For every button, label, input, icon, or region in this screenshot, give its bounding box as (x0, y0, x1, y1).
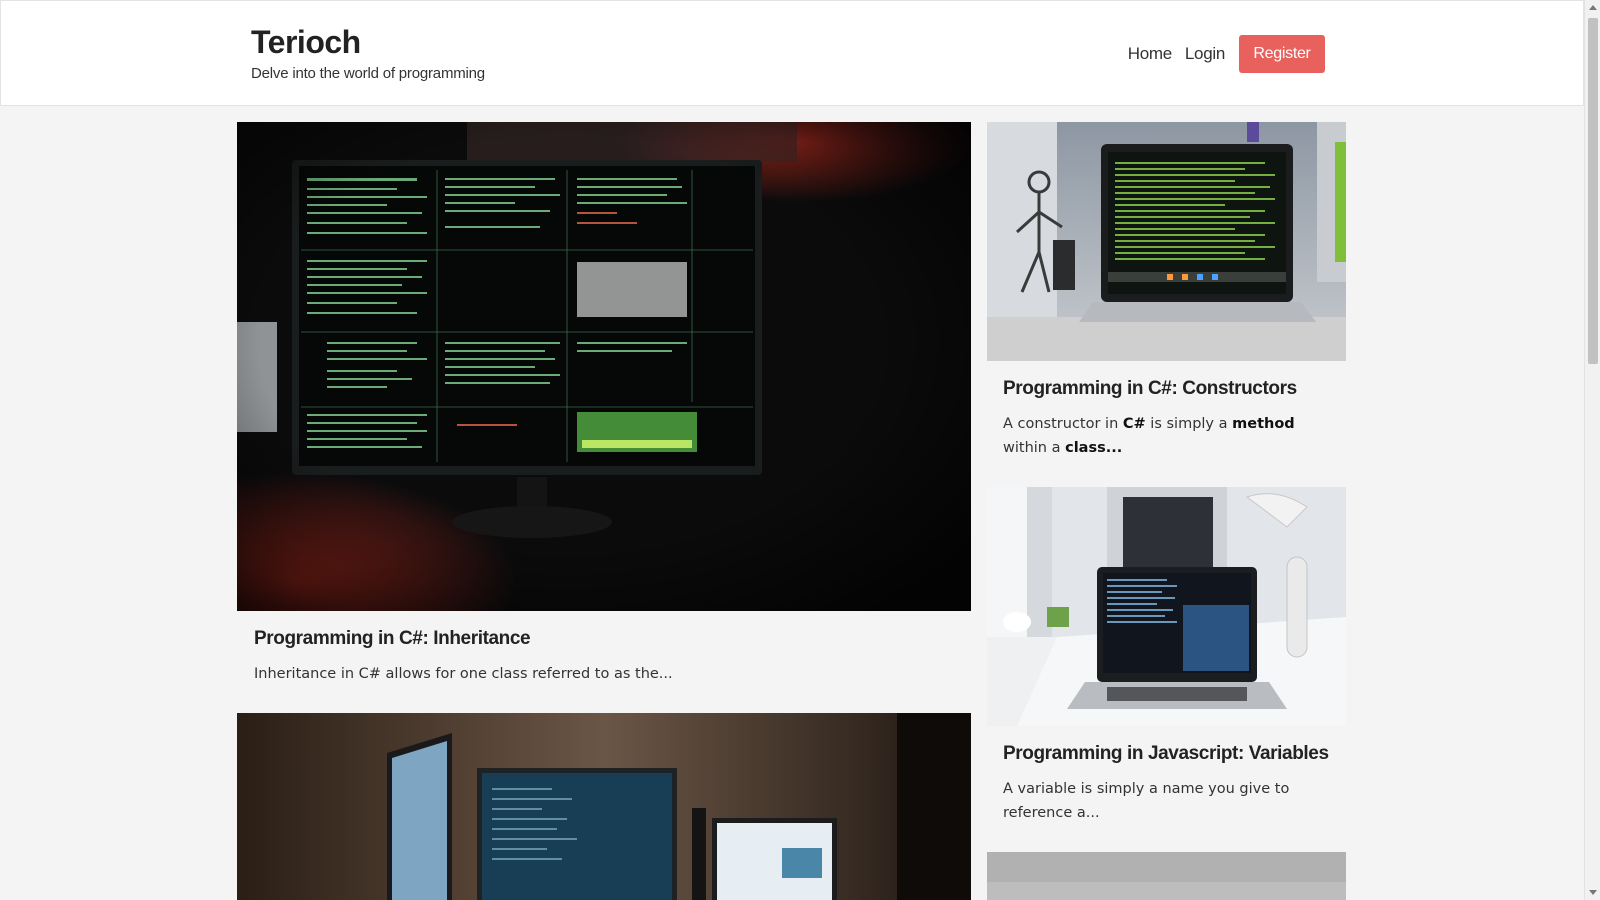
post-title[interactable]: Programming in C#: Constructors (1003, 378, 1330, 400)
post-image-monitor-terminal[interactable] (237, 122, 971, 611)
post-image-multi-monitor[interactable] (237, 713, 971, 900)
gray-wall-photo-icon (987, 852, 1346, 900)
site-header: Terioch Delve into the world of programm… (0, 0, 1584, 106)
nav-home-link[interactable]: Home (1128, 44, 1172, 64)
post-excerpt: Inheritance in C# allows for one class r… (254, 666, 673, 682)
post-card-body: Programming in Javascript: Variables A v… (987, 726, 1346, 825)
post-image-gray-wall[interactable] (987, 852, 1346, 900)
register-button[interactable]: Register (1239, 35, 1325, 73)
post-card-inheritance[interactable]: Programming in C#: Inheritance Inheritan… (237, 122, 971, 686)
brand[interactable]: Terioch Delve into the world of programm… (251, 23, 485, 82)
scrollbar-thumb[interactable] (1588, 18, 1598, 364)
laptop-code-photo-icon (987, 122, 1346, 361)
monitor-terminal-photo-icon (237, 122, 971, 611)
post-excerpt: A variable is simply a name you give to … (1003, 781, 1290, 821)
post-excerpt: A constructor in C# is simply a method w… (1003, 412, 1330, 460)
scroll-up-arrow-icon[interactable] (1589, 5, 1597, 10)
excerpt-text: within a (1003, 440, 1066, 456)
site-title[interactable]: Terioch (251, 23, 485, 61)
post-card-constructors[interactable]: Programming in C#: Constructors A constr… (987, 122, 1346, 460)
excerpt-text: A constructor in (1003, 416, 1123, 432)
page-scrollbar[interactable] (1584, 0, 1600, 900)
post-card-next[interactable] (987, 852, 1346, 900)
multi-monitor-photo-icon (237, 713, 971, 900)
post-card-body: Programming in C#: Inheritance Inheritan… (237, 611, 971, 686)
excerpt-text: is simply a (1145, 416, 1233, 432)
post-title[interactable]: Programming in Javascript: Variables (1003, 743, 1330, 765)
scroll-down-arrow-icon[interactable] (1589, 890, 1597, 895)
post-title[interactable]: Programming in C#: Inheritance (254, 628, 971, 650)
main-nav: Home Login Register (1115, 35, 1325, 73)
excerpt-bold: C# (1122, 416, 1146, 432)
excerpt-bold: method (1232, 416, 1295, 432)
post-card-body: Programming in C#: Constructors A constr… (987, 361, 1346, 460)
laptop-desk-photo-icon (987, 487, 1346, 726)
post-card-variables[interactable]: Programming in Javascript: Variables A v… (987, 487, 1346, 825)
post-image-laptop-desk[interactable] (987, 487, 1346, 726)
site-tagline: Delve into the world of programming (251, 65, 485, 82)
post-card-setup[interactable] (237, 713, 971, 900)
post-image-laptop-code[interactable] (987, 122, 1346, 361)
nav-login-link[interactable]: Login (1185, 44, 1225, 64)
excerpt-bold: class... (1065, 440, 1123, 456)
